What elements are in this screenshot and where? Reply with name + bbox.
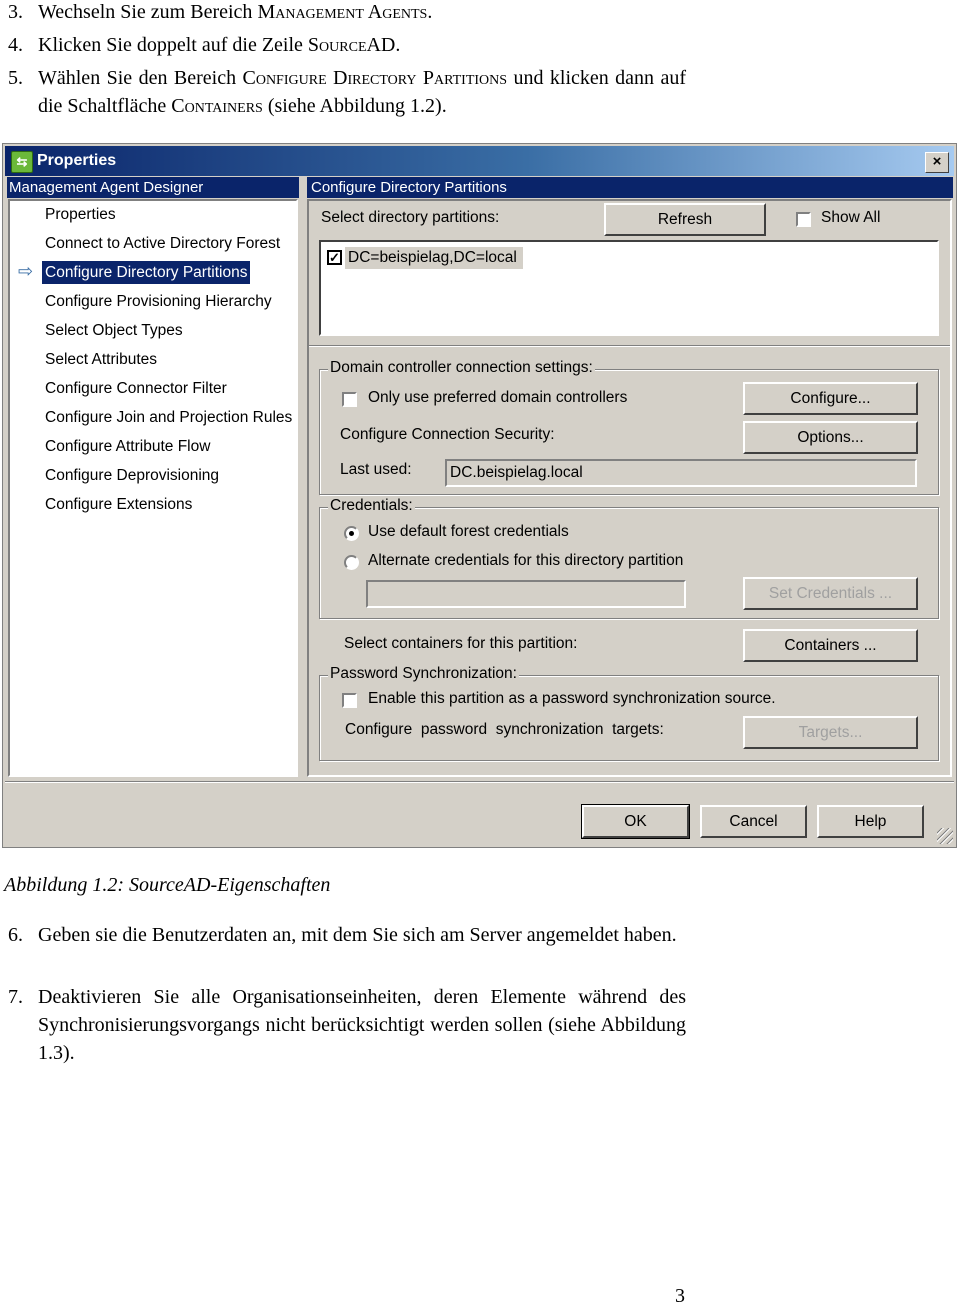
nav-item-configure-connector-filter[interactable]: Configure Connector Filter xyxy=(42,377,230,400)
select-partitions-label: Select directory partitions: xyxy=(321,209,500,226)
show-all-checkbox[interactable] xyxy=(796,212,811,227)
step-text: Klicken Sie doppelt auf die Zeile Source… xyxy=(38,34,401,56)
help-button[interactable]: Help xyxy=(817,805,924,838)
default-credentials-radio[interactable] xyxy=(344,526,359,541)
select-containers-label: Select containers for this partition: xyxy=(344,635,578,652)
alternate-credentials-field[interactable] xyxy=(366,580,686,608)
partition-name: DC=beispielag,DC=local xyxy=(345,247,523,269)
step-number: 6. xyxy=(8,924,23,946)
nav-item-properties[interactable]: Properties xyxy=(42,203,119,226)
divider xyxy=(309,345,950,347)
nav-item-select-object-types[interactable]: Select Object Types xyxy=(42,319,186,342)
refresh-button[interactable]: Refresh xyxy=(604,203,766,236)
section-header: Configure Directory Partitions xyxy=(307,177,953,198)
password-targets-label: Configure password synchronization targe… xyxy=(345,721,664,738)
current-step-arrow-icon: ⇨ xyxy=(18,261,34,281)
nav-item-configure-attribute-flow[interactable]: Configure Attribute Flow xyxy=(42,435,213,458)
ui-term: Management Agents xyxy=(257,1,428,23)
credentials-group: Credentials: Use default forest credenti… xyxy=(319,497,939,619)
nav-item-configure-extensions[interactable]: Configure Extensions xyxy=(42,493,195,516)
ui-term: SourceAD xyxy=(307,34,396,56)
connection-security-label: Configure Connection Security: xyxy=(340,426,555,443)
nav-item-configure-join-projection[interactable]: Configure Join and Projection Rules xyxy=(42,406,295,429)
step-text: Wechseln Sie zum Bereich Management Agen… xyxy=(38,1,433,23)
properties-app-icon: ⇆ xyxy=(11,151,33,173)
cancel-button[interactable]: Cancel xyxy=(700,805,807,838)
partitions-panel: Select directory partitions: Refresh Sho… xyxy=(307,199,952,777)
step-number: 7. xyxy=(8,986,23,1008)
last-used-field[interactable]: DC.beispielag.local xyxy=(445,459,917,487)
show-all-label: Show All xyxy=(821,209,881,226)
dc-settings-group: Domain controller connection settings: O… xyxy=(319,359,939,495)
dc-settings-legend: Domain controller connection settings: xyxy=(328,359,595,377)
preferred-dc-label: Only use preferred domain controllers xyxy=(368,389,628,406)
alternate-credentials-label: Alternate credentials for this directory… xyxy=(368,552,684,569)
nav-item-select-attributes[interactable]: Select Attributes xyxy=(42,348,160,371)
resize-grip-icon[interactable] xyxy=(937,828,953,844)
set-credentials-button[interactable]: Set Credentials ... xyxy=(743,577,918,610)
alternate-credentials-radio[interactable] xyxy=(344,555,359,570)
nav-item-connect-forest[interactable]: Connect to Active Directory Forest xyxy=(42,232,283,255)
partition-checkbox[interactable]: ✓ xyxy=(327,250,342,265)
nav-item-configure-provisioning-hierarchy[interactable]: Configure Provisioning Hierarchy xyxy=(42,290,275,313)
ui-term: Configure Directory Partitions xyxy=(242,67,508,89)
page-number: 3 xyxy=(675,1285,685,1307)
default-credentials-label: Use default forest credentials xyxy=(368,523,569,540)
nav-item-configure-directory-partitions[interactable]: Configure Directory Partitions xyxy=(42,261,251,284)
ok-button[interactable]: OK xyxy=(581,804,690,839)
enable-password-sync-label: Enable this partition as a password sync… xyxy=(368,690,776,707)
configure-button[interactable]: Configure... xyxy=(743,382,918,415)
ui-term: Containers xyxy=(171,95,263,117)
password-sync-legend: Password Synchronization: xyxy=(328,665,519,683)
nav-item-configure-deprovisioning[interactable]: Configure Deprovisioning xyxy=(42,464,222,487)
designer-header: Management Agent Designer xyxy=(7,177,299,198)
preferred-dc-checkbox[interactable] xyxy=(342,392,357,407)
containers-button[interactable]: Containers ... xyxy=(743,629,918,662)
credentials-legend: Credentials: xyxy=(328,497,415,515)
properties-dialog: ⇆ Properties × Management Agent Designer… xyxy=(2,143,957,848)
step-number: 5. xyxy=(8,67,23,89)
partitions-list[interactable]: ✓ DC=beispielag,DC=local xyxy=(319,240,939,336)
options-button[interactable]: Options... xyxy=(743,421,918,454)
last-used-label: Last used: xyxy=(340,461,412,478)
dialog-title: Properties xyxy=(37,152,117,169)
targets-button[interactable]: Targets... xyxy=(743,716,918,749)
figure-caption: Abbildung 1.2: SourceAD-Eigenschaften xyxy=(4,874,331,896)
password-sync-group: Password Synchronization: Enable this pa… xyxy=(319,665,939,761)
step-text: Geben sie die Benutzerdaten an, mit dem … xyxy=(38,924,677,946)
step-number: 4. xyxy=(8,34,23,56)
step-text: Wählen Sie den Bereich Configure Directo… xyxy=(38,67,687,117)
step-text: Deaktivieren Sie alle Organisationseinhe… xyxy=(38,986,686,1064)
step-number: 3. xyxy=(8,1,23,23)
enable-password-sync-checkbox[interactable] xyxy=(342,693,357,708)
title-bar[interactable]: ⇆ Properties × xyxy=(5,146,954,176)
designer-nav: ⇨ Properties Connect to Active Directory… xyxy=(8,199,298,777)
close-button[interactable]: × xyxy=(925,152,949,173)
footer-divider xyxy=(5,781,954,783)
